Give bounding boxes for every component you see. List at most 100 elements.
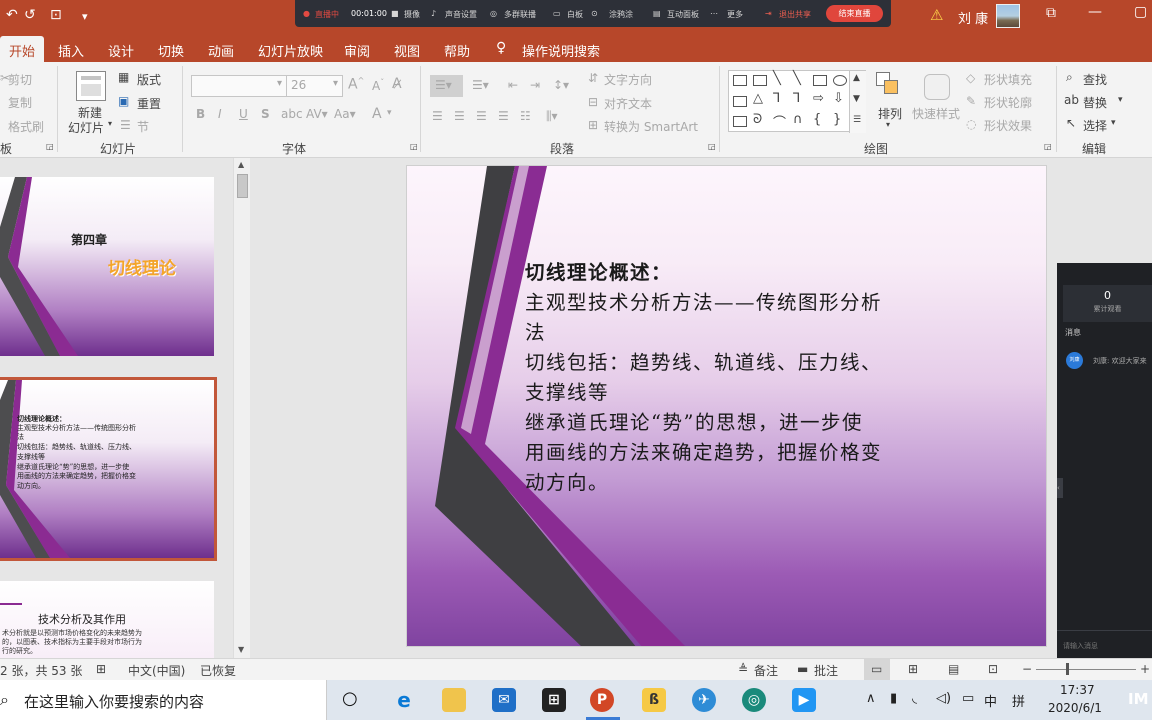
notes-icon[interactable]: ≜ (738, 662, 748, 676)
spellcheck-icon[interactable]: ⊞ (96, 662, 106, 676)
multi-group-button[interactable]: 多群联播 (504, 9, 536, 20)
slide-thumbnail-5[interactable]: 技术分析及其作用 术分析就是以预测市场价格变化的未来趋势为 的，以图表、技术指标… (0, 581, 214, 658)
text-direction-icon[interactable]: ⇵ (588, 71, 598, 85)
whiteboard-icon[interactable]: ▭ (553, 9, 561, 18)
decrease-indent-icon[interactable]: ⇤ (508, 78, 518, 92)
taskbar-search[interactable]: ⌕ 在这里输入你要搜索的内容 (0, 680, 327, 720)
notification-icon[interactable]: IM (1128, 690, 1149, 708)
curve-shape-icon[interactable]: ⌒ (773, 112, 786, 131)
scroll-up-icon[interactable]: ▲ (238, 160, 244, 169)
calendar-icon[interactable]: ▶ (792, 688, 816, 712)
more-button[interactable]: 更多 (727, 9, 743, 20)
dialog-launcher-icon[interactable]: ◲ (1044, 142, 1052, 151)
select-button[interactable]: 选择 (1083, 117, 1107, 134)
shrink-font-icon[interactable]: Aˇ (372, 78, 384, 93)
slide-sorter-icon[interactable]: ⊞ (908, 662, 918, 676)
quick-styles-icon[interactable] (924, 74, 950, 100)
tab-transitions[interactable]: 切换 (158, 41, 184, 60)
file-explorer-icon[interactable] (442, 688, 466, 712)
cut-button[interactable]: 剪切 (8, 71, 32, 88)
zoom-slider[interactable] (1036, 669, 1136, 670)
shape-fill-icon[interactable]: ◇ (966, 71, 975, 85)
mic-icon[interactable]: ▮ (890, 691, 897, 706)
copy-button[interactable]: 复制 (8, 94, 32, 111)
browser-icon[interactable]: ◎ (742, 688, 766, 712)
justify-icon[interactable]: ☰ (498, 109, 509, 123)
scroll-down-icon[interactable]: ▼ (238, 645, 244, 654)
tab-home[interactable]: 开始 (0, 36, 45, 62)
arrow-right-shape-icon[interactable]: ⇨ (813, 91, 824, 106)
tell-me-search[interactable]: 操作说明搜索 (522, 41, 600, 60)
zoom-out-icon[interactable]: − (1022, 662, 1032, 676)
section-button[interactable]: 节 (137, 118, 149, 135)
format-painter-button[interactable]: 格式刷 (8, 118, 44, 135)
customize-qat-icon[interactable]: ▾ (82, 10, 88, 23)
notes-button[interactable]: 备注 (754, 662, 778, 679)
location-icon[interactable]: ⊙ (591, 9, 598, 18)
task-view-icon[interactable]: ○ (342, 688, 358, 709)
arrow-down-shape-icon[interactable]: ⇩ (833, 91, 844, 106)
invite-icon[interactable]: ◎ (490, 9, 497, 18)
mic-icon[interactable]: ♪ (431, 9, 436, 18)
columns-icon[interactable]: ⫼▾ (546, 109, 558, 124)
align-center-icon[interactable]: ☰ (454, 109, 465, 123)
user-name[interactable]: 刘 康 (958, 8, 988, 27)
zoom-in-icon[interactable]: + (1140, 662, 1150, 676)
edge-icon[interactable]: e (392, 688, 416, 712)
rectangle-shape-icon[interactable] (733, 96, 747, 107)
reset-icon[interactable]: ▣ (118, 94, 129, 108)
exit-share-icon[interactable]: ⇥ (765, 9, 772, 18)
collapse-handle[interactable]: ‹ (1057, 478, 1063, 498)
save-icon[interactable]: ↶ (6, 7, 18, 23)
char-spacing-icon[interactable]: AV▾ (306, 107, 328, 121)
line-shape-icon[interactable]: ╲ (793, 71, 801, 86)
tab-review[interactable]: 审阅 (344, 41, 370, 60)
feishu-icon[interactable]: ✈ (692, 688, 716, 712)
end-live-button[interactable]: 结束直播 (826, 5, 883, 22)
smartart-icon[interactable]: ⊞ (588, 118, 598, 132)
chevron-down-icon[interactable]: ▾ (387, 108, 392, 118)
tab-animations[interactable]: 动画 (208, 41, 234, 60)
thumbnail-pane[interactable]: 第四章 切线理论 切线理论概述： 主观型技术分析方法——传统图形分析 法 切线包… (0, 158, 252, 658)
increase-indent-icon[interactable]: ⇥ (530, 78, 540, 92)
align-text-button[interactable]: 对齐文本 (604, 95, 652, 112)
camera-button[interactable]: 摄像 (404, 9, 420, 20)
align-left-icon[interactable]: ☰ (432, 109, 443, 123)
text-direction-button[interactable]: 文字方向 (604, 71, 652, 88)
clock-time[interactable]: 17:37 (1060, 683, 1095, 697)
powerpoint-icon[interactable]: P (590, 688, 614, 712)
shape-effects-button[interactable]: 形状效果 (984, 117, 1032, 134)
grow-font-icon[interactable]: A^ (348, 76, 364, 93)
exit-share-button[interactable]: 退出共享 (779, 9, 811, 20)
brace-right-shape-icon[interactable]: } (833, 112, 841, 127)
section-icon[interactable]: ☰ (120, 118, 131, 132)
doodle-button[interactable]: 涂鸦涂 (609, 9, 633, 20)
align-text-icon[interactable]: ⊟ (588, 95, 598, 109)
shadow-button[interactable]: S (261, 107, 270, 121)
shape-outline-icon[interactable]: ✎ (966, 94, 976, 108)
clear-format-icon[interactable]: A̷ (392, 76, 402, 92)
language-indicator[interactable]: 中文(中国) (128, 662, 185, 679)
change-case-icon[interactable]: Aa▾ (334, 107, 356, 121)
strikethrough-icon[interactable]: abc (281, 107, 303, 121)
chevron-down-icon[interactable]: ▾ (886, 120, 890, 129)
connector-shape-icon[interactable]: ⅂ (773, 91, 780, 106)
ribbon-display-icon[interactable]: ⧉ (1046, 5, 1056, 21)
comments-icon[interactable]: ▬ (797, 662, 808, 676)
minimize-icon[interactable]: — (1088, 4, 1102, 20)
distribute-icon[interactable]: ☷ (520, 109, 531, 123)
select-icon[interactable]: ↖ (1066, 116, 1076, 130)
present-from-start-icon[interactable]: ⊡ (50, 7, 62, 23)
app-icon[interactable]: ß (642, 688, 666, 712)
font-family-combo[interactable]: ▾ (191, 75, 287, 97)
brace-left-shape-icon[interactable]: { (813, 112, 821, 127)
bullets-glyph[interactable]: ☰▾ (435, 78, 452, 92)
chevron-down-icon[interactable]: ▾ (108, 119, 112, 128)
rectangle-shape-icon[interactable] (813, 75, 827, 86)
comments-button[interactable]: 批注 (814, 662, 838, 679)
numbering-icon[interactable]: ☰▾ (472, 78, 489, 92)
font-size-combo[interactable]: 26 ▾ (286, 75, 343, 97)
reading-view-icon[interactable]: ▤ (948, 662, 959, 676)
mail-icon[interactable]: ✉ (492, 688, 516, 712)
more-icon[interactable]: ⋯ (710, 9, 718, 18)
